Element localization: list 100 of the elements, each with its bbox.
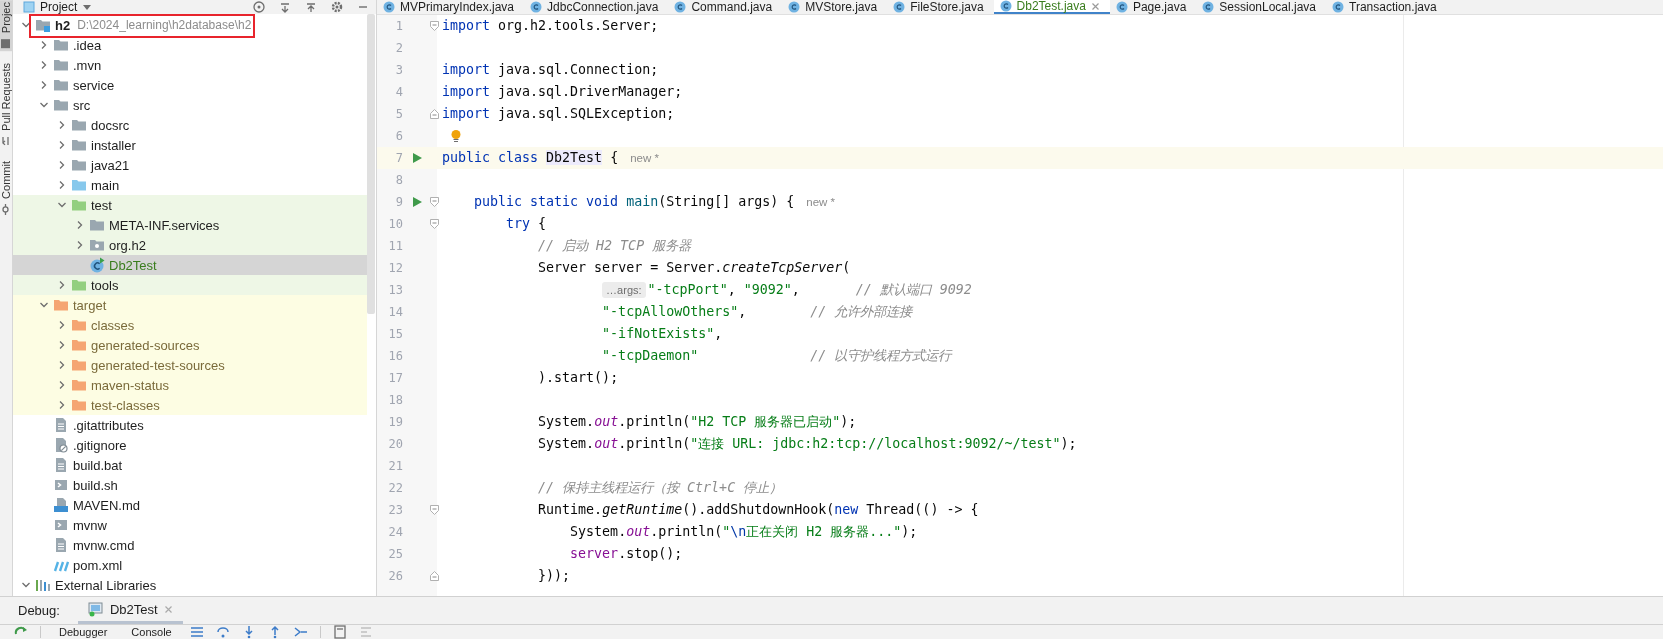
code-text: // 启动 H2 TCP 服务器: [538, 237, 692, 255]
tree-item[interactable]: .mvn: [13, 55, 367, 75]
chevron-icon[interactable]: [57, 140, 67, 150]
calculator-icon[interactable]: [332, 625, 347, 639]
code-text: System.out.println("连接 URL: jdbc:h2:tcp://localhost:9092/~/test");: [538, 435, 1077, 453]
tree-item[interactable]: src: [13, 95, 367, 115]
editor-tab[interactable]: Db2Test.java: [993, 0, 1110, 14]
line-number: 22: [387, 481, 403, 495]
chevron-icon[interactable]: [57, 320, 67, 330]
step-over-icon[interactable]: [215, 625, 230, 639]
class-icon: [893, 1, 906, 13]
tool-window-button[interactable]: Projec: [0, 0, 12, 52]
tree-item[interactable]: MAVEN.md: [13, 495, 367, 515]
tree-item[interactable]: test: [13, 195, 367, 215]
fold-icon[interactable]: [429, 109, 439, 119]
fold-icon[interactable]: [429, 571, 439, 581]
tree-item[interactable]: tools: [13, 275, 367, 295]
close-icon[interactable]: [1090, 1, 1100, 11]
locate-icon[interactable]: [252, 0, 266, 14]
tree-item[interactable]: org.h2: [13, 235, 367, 255]
chevron-icon[interactable]: [57, 120, 67, 130]
tool-window-button[interactable]: Pull Requests: [0, 61, 12, 150]
class-icon: [788, 1, 801, 13]
tree-item[interactable]: maven-status: [13, 375, 367, 395]
tree-item[interactable]: generated-sources: [13, 335, 367, 355]
lightbulb-icon[interactable]: [450, 129, 462, 143]
editor-tab[interactable]: Command.java: [668, 0, 783, 14]
tree-item[interactable]: generated-test-sources: [13, 355, 367, 375]
settings-icon[interactable]: [330, 0, 344, 14]
tree-item[interactable]: .gitattributes: [13, 415, 367, 435]
editor-tab[interactable]: SessionLocal.java: [1196, 0, 1327, 14]
editor-tab[interactable]: FileStore.java: [887, 0, 994, 14]
tree-item[interactable]: test-classes: [13, 395, 367, 415]
run-icon[interactable]: [411, 152, 423, 164]
tree-item[interactable]: mvnw.cmd: [13, 535, 367, 555]
chevron-icon[interactable]: [21, 20, 31, 30]
tree-item[interactable]: build.bat: [13, 455, 367, 475]
scrollbar-thumb[interactable]: [367, 14, 375, 314]
fold-icon[interactable]: [429, 219, 439, 229]
chevron-icon[interactable]: [57, 160, 67, 170]
chevron-icon[interactable]: [21, 580, 31, 590]
editor-tab[interactable]: JdbcConnection.java: [524, 0, 669, 14]
chevron-icon[interactable]: [39, 300, 49, 310]
chevron-icon[interactable]: [57, 340, 67, 350]
script-file-icon: [53, 477, 69, 493]
class-icon: [674, 1, 687, 13]
chevron-icon[interactable]: [57, 200, 67, 210]
code-text: }));: [538, 567, 571, 585]
editor-tab[interactable]: MVStore.java: [782, 0, 888, 14]
chevron-icon[interactable]: [39, 80, 49, 90]
tree-item[interactable]: .gitignore: [13, 435, 367, 455]
tree-item[interactable]: Db2Test: [13, 255, 367, 275]
chevron-icon[interactable]: [75, 240, 85, 250]
chevron-icon[interactable]: [57, 380, 67, 390]
tool-window-button[interactable]: Commit: [0, 159, 12, 217]
fold-icon[interactable]: [429, 21, 439, 31]
caret-icon: [82, 2, 93, 12]
run-icon[interactable]: [411, 196, 423, 208]
chevron-icon[interactable]: [39, 60, 49, 70]
tree-item[interactable]: build.sh: [13, 475, 367, 495]
tree-item[interactable]: target: [13, 295, 367, 315]
menu-icon[interactable]: [189, 625, 204, 639]
editor-tab[interactable]: MVPrimaryIndex.java: [377, 0, 525, 14]
tree-item[interactable]: h2 D:\2024_learning\h2database\h2: [13, 15, 367, 35]
tree-item[interactable]: External Libraries: [13, 575, 367, 595]
line-number: 24: [387, 525, 403, 539]
fold-icon[interactable]: [429, 197, 439, 207]
package-icon: [89, 237, 105, 253]
editor-tab[interactable]: Transaction.java: [1326, 0, 1447, 14]
chevron-icon[interactable]: [57, 400, 67, 410]
run-to-cursor-icon[interactable]: [293, 625, 308, 639]
line-number: 13: [387, 283, 403, 297]
chevron-icon[interactable]: [75, 220, 85, 230]
tree-item[interactable]: docsrc: [13, 115, 367, 135]
tree-item[interactable]: installer: [13, 135, 367, 155]
editor-tab[interactable]: Page.java: [1109, 0, 1197, 14]
toolbar-tab[interactable]: Console: [125, 625, 178, 639]
project-view-dropdown[interactable]: Project: [23, 0, 93, 14]
chevron-icon[interactable]: [39, 100, 49, 110]
folder-icon: [53, 57, 69, 73]
close-icon[interactable]: [163, 604, 173, 614]
expand-all-icon[interactable]: [278, 0, 292, 14]
collapse-all-icon[interactable]: [304, 0, 318, 14]
tree-item[interactable]: .idea: [13, 35, 367, 55]
toolbar-tab[interactable]: Debugger: [53, 625, 114, 639]
tree-item[interactable]: META-INF.services: [13, 215, 367, 235]
tree-item[interactable]: service: [13, 75, 367, 95]
folder-icon: [53, 297, 69, 313]
tree-item[interactable]: mvnw: [13, 515, 367, 535]
tree-item[interactable]: pom.xml: [13, 555, 367, 575]
tree-item[interactable]: classes: [13, 315, 367, 335]
chevron-icon[interactable]: [57, 280, 67, 290]
chevron-icon[interactable]: [57, 360, 67, 370]
fold-icon[interactable]: [429, 505, 439, 515]
tree-item[interactable]: main: [13, 175, 367, 195]
chevron-icon[interactable]: [57, 180, 67, 190]
line-number: 17: [387, 371, 403, 385]
markdown-file-icon: [53, 497, 69, 513]
chevron-icon[interactable]: [39, 40, 49, 50]
tree-item[interactable]: java21: [13, 155, 367, 175]
